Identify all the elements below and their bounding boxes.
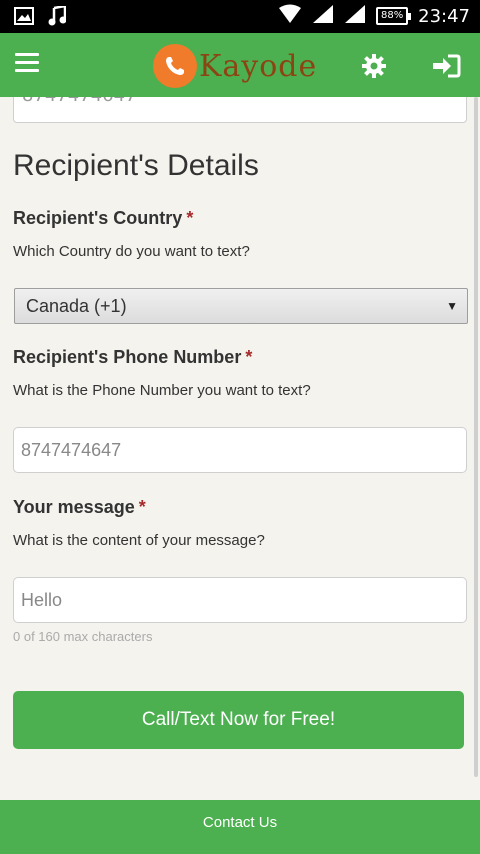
signal-icon — [312, 4, 334, 28]
image-notification-icon — [14, 7, 34, 29]
contact-us-link[interactable]: Contact Us — [0, 814, 480, 831]
country-hint: Which Country do you want to text? — [13, 243, 250, 260]
phone-icon — [153, 44, 197, 88]
dropdown-arrow-icon: ▼ — [446, 299, 458, 313]
signal-icon-2 — [344, 4, 366, 28]
hamburger-menu-icon[interactable] — [15, 53, 39, 73]
wifi-icon — [278, 4, 302, 28]
country-label: Recipient's Country * — [13, 208, 193, 229]
message-hint: What is the content of your message? — [13, 532, 265, 549]
form-content: 8747474647 Recipient's Details Recipient… — [0, 97, 480, 800]
gear-icon[interactable] — [360, 52, 388, 80]
status-bar: 88% 23:47 — [0, 0, 480, 33]
clock: 23:47 — [418, 5, 470, 27]
required-mark: * — [138, 497, 146, 517]
section-title: Recipient's Details — [13, 149, 259, 182]
previous-field-input[interactable]: 8747474647 — [13, 97, 467, 123]
message-input[interactable]: Hello — [13, 577, 467, 623]
footer: Contact Us — [0, 800, 480, 854]
phone-hint: What is the Phone Number you want to tex… — [13, 382, 311, 399]
brand-name: Kayode — [199, 48, 318, 84]
required-mark: * — [245, 347, 253, 367]
phone-input[interactable]: 8747474647 — [13, 427, 467, 473]
sign-in-icon[interactable] — [431, 53, 461, 79]
scrollbar[interactable] — [474, 97, 478, 777]
phone-label-text: Recipient's Phone Number — [13, 347, 242, 367]
call-text-button[interactable]: Call/Text Now for Free! — [13, 691, 464, 749]
app-bar: Kayode — [0, 33, 480, 97]
character-counter: 0 of 160 max characters — [13, 629, 153, 644]
message-label-text: Your message — [13, 497, 135, 517]
battery-icon: 88% — [376, 7, 412, 25]
country-select[interactable]: Canada (+1) ▼ — [14, 288, 468, 324]
country-select-value: Canada (+1) — [26, 296, 127, 316]
country-label-text: Recipient's Country — [13, 208, 183, 228]
required-mark: * — [186, 208, 194, 228]
message-label: Your message * — [13, 497, 146, 518]
music-note-icon — [48, 4, 67, 30]
phone-label: Recipient's Phone Number * — [13, 347, 252, 368]
brand-logo[interactable]: Kayode — [153, 44, 317, 88]
